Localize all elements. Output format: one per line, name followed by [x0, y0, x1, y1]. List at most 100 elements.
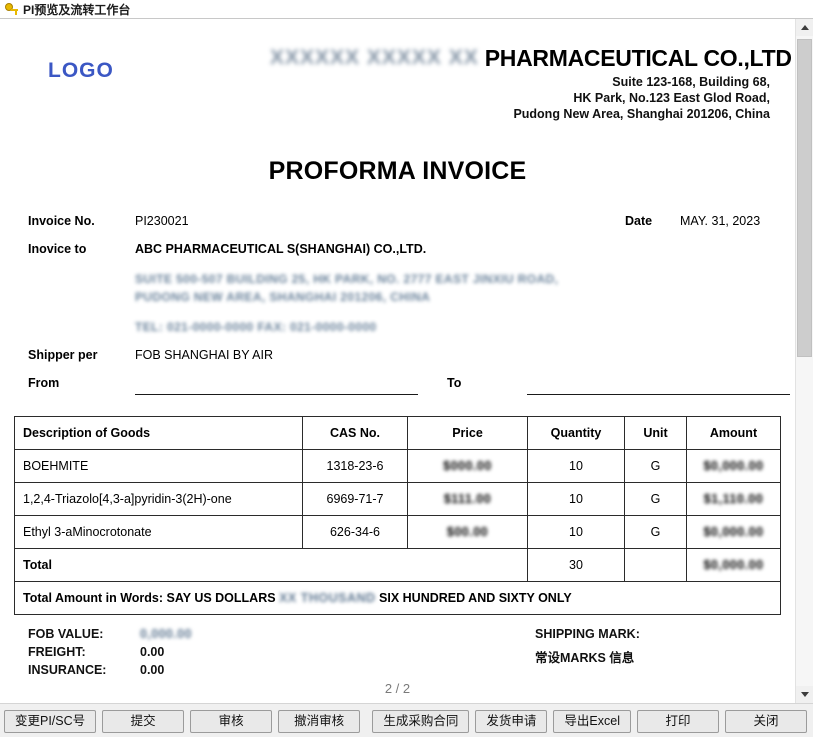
- words-redacted: XX THOUSAND: [279, 591, 376, 605]
- column-header-price: Price: [407, 416, 528, 450]
- fob-value-label: FOB VALUE:: [28, 627, 104, 641]
- print-button[interactable]: 打印: [637, 710, 719, 733]
- cell-unit: G: [624, 449, 687, 483]
- cell-cas: 6969-71-7: [302, 482, 408, 516]
- from-underline: [135, 394, 418, 395]
- chevron-down-icon: [800, 692, 809, 697]
- invoice-no-value: PI230021: [135, 214, 189, 228]
- shipping-mark-label: SHIPPING MARK:: [535, 627, 640, 641]
- cell-cas: 626-34-6: [302, 515, 408, 549]
- cell-description: Ethyl 3-aMinocrotonate: [14, 515, 303, 549]
- table-row: 1,2,4-Triazolo[4,3-a]pyridin-3(2H)-one 6…: [14, 482, 781, 516]
- cell-amount: $0,000.00: [686, 449, 781, 483]
- export-excel-button[interactable]: 导出Excel: [553, 710, 631, 733]
- total-amount: $0,000.00: [686, 548, 781, 582]
- invoice-no-label: Invoice No.: [28, 214, 95, 228]
- cell-quantity: 10: [527, 482, 625, 516]
- document-viewport[interactable]: LOGO XXXXXX XXXXX XX PHARMACEUTICAL CO.,L…: [0, 19, 795, 703]
- page-indicator: 2 / 2: [384, 681, 411, 696]
- table-row: Ethyl 3-aMinocrotonate 626-34-6 $00.00 1…: [14, 515, 781, 549]
- total-amount-in-words: Total Amount in Words: SAY US DOLLARS XX…: [14, 581, 781, 615]
- freight-value: 0.00: [140, 645, 165, 659]
- shipping-details: Shipper per FOB SHANGHAI BY AIR From To: [0, 348, 795, 410]
- column-header-unit: Unit: [624, 416, 687, 450]
- company-address: Suite 123-168, Building 68, HK Park, No.…: [250, 74, 770, 122]
- cell-quantity: 10: [527, 515, 625, 549]
- scrollbar-thumb[interactable]: [797, 39, 812, 357]
- key-icon: [4, 2, 19, 17]
- total-unit: [624, 548, 687, 582]
- invoice-to-row: Inovice to ABC PHARMACEUTICAL S(SHANGHAI…: [0, 238, 795, 264]
- company-name-line: XXXXXX XXXXX XX PHARMACEUTICAL CO.,LTD: [270, 45, 792, 72]
- pi-preview-workbench-window: PI预览及流转工作台 LOGO XXXXXX XXXXX XX PHARMACEU…: [0, 0, 813, 737]
- cell-amount: $1,110.00: [686, 482, 781, 516]
- invoice-no-row: Invoice No. PI230021 Date MAY. 31, 2023: [0, 212, 795, 238]
- to-label: To: [447, 376, 462, 390]
- column-header-quantity: Quantity: [527, 416, 625, 450]
- date-label: Date: [625, 214, 653, 228]
- invoice-to-address-line-1: SUITE 500-507 BUILDING 25, HK PARK, NO. …: [135, 272, 559, 286]
- scroll-down-button[interactable]: [796, 686, 813, 703]
- words-prefix: SAY US DOLLARS: [166, 591, 276, 605]
- column-header-amount: Amount: [686, 416, 781, 450]
- invoice-to-label: Inovice to: [28, 242, 87, 256]
- window-title: PI预览及流转工作台: [23, 2, 131, 17]
- invoice-to-value: ABC PHARMACEUTICAL S(SHANGHAI) CO.,LTD.: [135, 242, 427, 256]
- company-address-line-1: Suite 123-168, Building 68,: [612, 75, 770, 89]
- window-title-bar: PI预览及流转工作台: [0, 0, 813, 19]
- toolbar-left-group: 变更PI/SC号 提交 审核 撤消审核: [4, 710, 361, 733]
- review-button[interactable]: 审核: [190, 710, 273, 733]
- cell-unit: G: [624, 482, 687, 516]
- goods-table: Description of Goods CAS No. Price Quant…: [14, 416, 781, 615]
- column-header-cas: CAS No.: [302, 416, 408, 450]
- page-title: PROFORMA INVOICE: [268, 157, 527, 185]
- insurance-value: 0.00: [140, 663, 165, 677]
- invoice-to-address-block: SUITE 500-507 BUILDING 25, HK PARK, NO. …: [0, 264, 795, 342]
- shipping-mark-value: 常设MARKS 信息: [535, 651, 635, 665]
- scroll-up-button[interactable]: [796, 19, 813, 36]
- shipment-request-button[interactable]: 发货申请: [475, 710, 548, 733]
- invoice-meta: Invoice No. PI230021 Date MAY. 31, 2023 …: [0, 212, 795, 342]
- from-label: From: [28, 376, 60, 390]
- cell-price: $00.00: [407, 515, 528, 549]
- cell-cas: 1318-23-6: [302, 449, 408, 483]
- cancel-review-button[interactable]: 撤消审核: [278, 710, 361, 733]
- submit-button[interactable]: 提交: [102, 710, 185, 733]
- insurance-label: INSURANCE:: [28, 663, 107, 677]
- generate-purchase-contract-button[interactable]: 生成采购合同: [372, 710, 470, 733]
- invoice-page: LOGO XXXXXX XXXXX XX PHARMACEUTICAL CO.,L…: [0, 19, 795, 697]
- table-row: BOEHMITE 1318-23-6 $000.00 10 G $0,000.0…: [14, 449, 781, 483]
- company-name-prefix-redacted: XXXXXX XXXXX XX: [270, 46, 479, 69]
- invoice-to-address-line-3: TEL: 021-0000-0000 FAX: 021-0000-0000: [135, 320, 377, 334]
- cell-unit: G: [624, 515, 687, 549]
- table-header-row: Description of Goods CAS No. Price Quant…: [14, 416, 781, 450]
- cell-description: BOEHMITE: [14, 449, 303, 483]
- cell-description: 1,2,4-Triazolo[4,3-a]pyridin-3(2H)-one: [14, 482, 303, 516]
- to-underline: [527, 394, 790, 395]
- freight-label: FREIGHT:: [28, 645, 86, 659]
- bottom-toolbar: 变更PI/SC号 提交 审核 撤消审核 生成采购合同 发货申请 导出Excel …: [0, 703, 813, 737]
- company-name: PHARMACEUTICAL CO.,LTD: [484, 45, 792, 71]
- table-total-row: Total 30 $0,000.00: [14, 548, 781, 582]
- vertical-scrollbar[interactable]: [795, 19, 813, 703]
- words-suffix: SIX HUNDRED AND SIXTY ONLY: [379, 591, 572, 605]
- shipper-per-label: Shipper per: [28, 348, 98, 362]
- close-button[interactable]: 关闭: [725, 710, 807, 733]
- cell-price: $111.00: [407, 482, 528, 516]
- table-words-row: Total Amount in Words: SAY US DOLLARS XX…: [14, 581, 781, 615]
- fob-value: 0,000.00: [140, 627, 192, 641]
- date-value: MAY. 31, 2023: [680, 214, 761, 228]
- company-logo: LOGO: [48, 59, 114, 82]
- shipper-per-value: FOB SHANGHAI BY AIR: [135, 348, 274, 362]
- chevron-up-icon: [800, 25, 809, 30]
- toolbar-right-group: 生成采购合同 发货申请 导出Excel 打印 关闭: [372, 710, 807, 733]
- company-address-line-2: HK Park, No.123 East Glod Road,: [573, 91, 770, 105]
- invoice-to-address-line-2: PUDONG NEW AREA, SHANGHAI 201206, CHINA: [135, 290, 431, 304]
- cell-amount: $0,000.00: [686, 515, 781, 549]
- change-pi-sc-number-button[interactable]: 变更PI/SC号: [4, 710, 97, 733]
- cell-price: $000.00: [407, 449, 528, 483]
- company-address-line-3: Pudong New Area, Shanghai 201206, China: [513, 107, 770, 121]
- total-quantity: 30: [527, 548, 625, 582]
- column-header-description: Description of Goods: [14, 416, 303, 450]
- cell-quantity: 10: [527, 449, 625, 483]
